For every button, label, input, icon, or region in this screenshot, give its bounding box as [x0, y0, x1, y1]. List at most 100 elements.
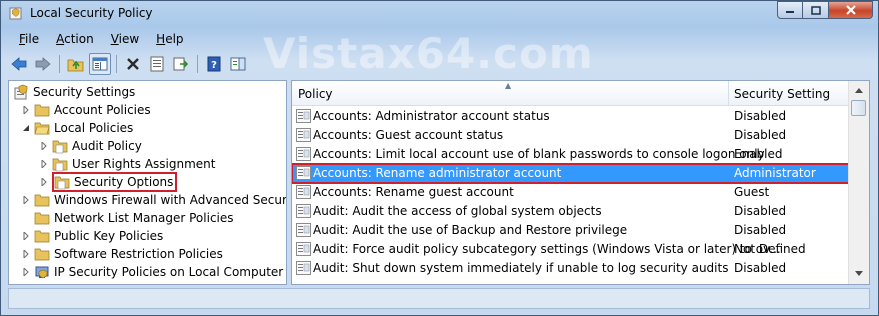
- menu-action[interactable]: Action: [45, 29, 100, 49]
- tree-item-public-key-policies[interactable]: Public Key Policies: [21, 227, 163, 245]
- tree-item-label: Account Policies: [54, 103, 151, 117]
- ip-security-icon: [35, 266, 49, 279]
- scrollbar-thumb[interactable]: [851, 100, 866, 116]
- help-button[interactable]: ?: [203, 53, 225, 75]
- collapse-arrow-icon[interactable]: [21, 123, 31, 133]
- tree-item-audit-policy[interactable]: Audit Policy: [39, 137, 142, 155]
- up-one-level-button[interactable]: [65, 53, 87, 75]
- tree-item-label: Local Policies: [54, 121, 134, 135]
- policy-name: Audit: Force audit policy subcategory se…: [313, 242, 781, 256]
- expand-arrow-icon[interactable]: [21, 105, 31, 115]
- minimize-button[interactable]: [777, 1, 803, 19]
- policy-name: Accounts: Rename guest account: [313, 185, 514, 199]
- policy-folder-icon: [52, 140, 68, 154]
- policy-setting-icon: [296, 109, 311, 123]
- policy-setting-icon: [296, 166, 311, 180]
- scroll-down-arrow-icon: [854, 271, 863, 276]
- toolbar-separator: [197, 55, 198, 73]
- maximize-icon: [810, 5, 821, 15]
- action-pane-button[interactable]: [227, 53, 249, 75]
- menu-bar: File Action View Help: [8, 29, 190, 49]
- expand-arrow-icon[interactable]: [39, 159, 49, 169]
- properties-icon: [150, 56, 164, 72]
- tree-item-account-policies[interactable]: Account Policies: [21, 101, 151, 119]
- back-arrow-icon: [11, 57, 27, 71]
- local-security-policy-window: Local Security Policy Vistax64.com File …: [0, 0, 879, 316]
- tree-item-software-restriction[interactable]: Software Restriction Policies: [21, 245, 223, 263]
- security-settings-icon: [14, 84, 28, 100]
- back-button[interactable]: [8, 53, 30, 75]
- menu-file[interactable]: File: [8, 29, 45, 49]
- properties-button[interactable]: [146, 53, 168, 75]
- table-row[interactable]: Accounts: Guest account status Disabled: [292, 126, 849, 145]
- tree-item-network-list-manager[interactable]: Network List Manager Policies: [34, 209, 234, 227]
- policy-name: Accounts: Rename administrator account: [313, 166, 562, 180]
- policy-name: Accounts: Administrator account status: [313, 109, 550, 123]
- policy-setting: Disabled: [734, 128, 787, 142]
- policy-name: Audit: Audit the access of global system…: [313, 204, 602, 218]
- expand-arrow-icon[interactable]: [21, 267, 31, 277]
- policy-setting: Guest: [734, 185, 770, 199]
- maximize-button[interactable]: [803, 1, 829, 19]
- table-row[interactable]: Accounts: Limit local account use of bla…: [292, 145, 849, 164]
- policy-setting-icon: [296, 261, 311, 275]
- menu-help[interactable]: Help: [145, 29, 189, 49]
- tree-item-windows-firewall[interactable]: Windows Firewall with Advanced Security: [21, 191, 286, 209]
- sort-ascending-icon: ▲: [505, 81, 512, 90]
- table-row[interactable]: Audit: Force audit policy subcategory se…: [292, 240, 849, 259]
- export-list-button[interactable]: [170, 53, 192, 75]
- console-tree-icon: [92, 57, 108, 71]
- details-pane[interactable]: ▲ Policy Security Setting Accounts: Admi…: [291, 80, 870, 285]
- folder-icon: [34, 248, 50, 261]
- policy-name: Audit: Audit the use of Backup and Resto…: [313, 223, 628, 237]
- table-row[interactable]: Accounts: Administrator account status D…: [292, 107, 849, 126]
- menu-view[interactable]: View: [100, 29, 145, 49]
- expand-arrow-icon[interactable]: [21, 231, 31, 241]
- toolbar-separator: [59, 55, 60, 73]
- policy-setting-icon: [296, 204, 311, 218]
- close-button[interactable]: [829, 1, 873, 19]
- app-icon: [9, 7, 22, 20]
- table-row[interactable]: Audit: Audit the access of global system…: [292, 202, 849, 221]
- scroll-down-button[interactable]: [850, 265, 867, 282]
- tree-item-user-rights-assignment[interactable]: User Rights Assignment: [39, 155, 215, 173]
- policy-setting-icon: [296, 223, 311, 237]
- title-bar[interactable]: Local Security Policy: [1, 1, 878, 26]
- table-row-selected[interactable]: Accounts: Rename administrator account A…: [292, 163, 850, 184]
- column-header-security-setting[interactable]: Security Setting: [734, 87, 830, 101]
- expand-arrow-icon[interactable]: [21, 249, 31, 259]
- expand-arrow-icon[interactable]: [39, 177, 49, 187]
- show-hide-console-tree-button[interactable]: [89, 53, 111, 75]
- policy-setting: Disabled: [734, 223, 787, 237]
- table-row[interactable]: Accounts: Rename guest account Guest: [292, 183, 849, 202]
- expand-arrow-icon[interactable]: [21, 195, 31, 205]
- tree-item-label: Security Settings: [33, 85, 136, 99]
- delete-button[interactable]: [122, 53, 144, 75]
- tree-item-security-options[interactable]: Security Options: [39, 172, 178, 192]
- column-title-policy: Policy: [298, 87, 333, 101]
- vertical-scrollbar[interactable]: [848, 81, 869, 284]
- policy-folder-icon: [54, 176, 70, 190]
- tree-item-label: Network List Manager Policies: [54, 211, 234, 225]
- policy-folder-icon: [52, 158, 68, 172]
- column-header-policy[interactable]: ▲ Policy: [292, 81, 729, 105]
- policy-setting: Disabled: [734, 204, 787, 218]
- expand-arrow-icon[interactable]: [39, 141, 49, 151]
- tree-item-local-policies[interactable]: Local Policies: [21, 119, 133, 137]
- status-bar: [8, 288, 870, 309]
- policy-setting-icon: [296, 242, 311, 256]
- export-list-icon: [173, 57, 189, 71]
- tree-item-label: User Rights Assignment: [72, 157, 216, 171]
- forward-button[interactable]: [32, 53, 54, 75]
- policy-setting: Disabled: [734, 261, 787, 275]
- tree-item-ip-security-policies[interactable]: IP Security Policies on Local Computer: [21, 263, 283, 281]
- policy-setting: Not Defined: [734, 242, 806, 256]
- console-tree[interactable]: Security Settings Account Policies Local…: [8, 80, 287, 285]
- window-title: Local Security Policy: [30, 6, 153, 20]
- tree-item-security-settings[interactable]: Security Settings: [13, 83, 135, 101]
- table-row[interactable]: Audit: Shut down system immediately if u…: [292, 259, 849, 278]
- policy-setting-icon: [296, 128, 311, 142]
- policy-name: Audit: Shut down system immediately if u…: [313, 261, 729, 275]
- table-row[interactable]: Audit: Audit the use of Backup and Resto…: [292, 221, 849, 240]
- scroll-up-button[interactable]: [850, 82, 867, 99]
